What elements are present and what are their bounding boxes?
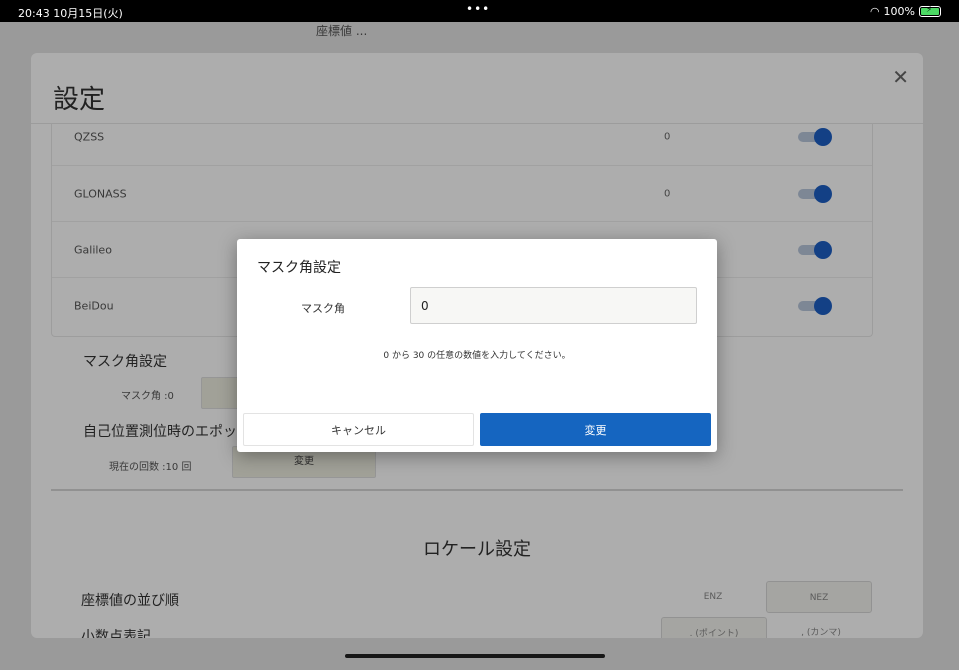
status-time: 20:43 10月15日(火): [18, 7, 123, 20]
change-button[interactable]: 変更: [480, 413, 711, 446]
battery-charging-icon: ⚡: [919, 5, 941, 17]
status-right: ◠ 100% ⚡: [870, 5, 941, 18]
wifi-icon: ◠: [869, 5, 880, 18]
mask-angle-input[interactable]: [410, 287, 697, 324]
cancel-button[interactable]: キャンセル: [243, 413, 474, 446]
dialog-title: マスク角設定: [257, 260, 341, 276]
battery-percent: 100%: [883, 5, 915, 18]
mask-angle-dialog: マスク角設定 マスク角 0 から 30 の任意の数値を入力してください。 キャン…: [237, 239, 717, 452]
dialog-help-text: 0 から 30 の任意の数値を入力してください。: [383, 351, 571, 361]
multitasking-dots[interactable]: •••: [466, 2, 490, 16]
mask-angle-label: マスク角: [301, 302, 345, 315]
status-bar: 20:43 10月15日(火) ••• ◠ 100% ⚡: [0, 0, 959, 22]
